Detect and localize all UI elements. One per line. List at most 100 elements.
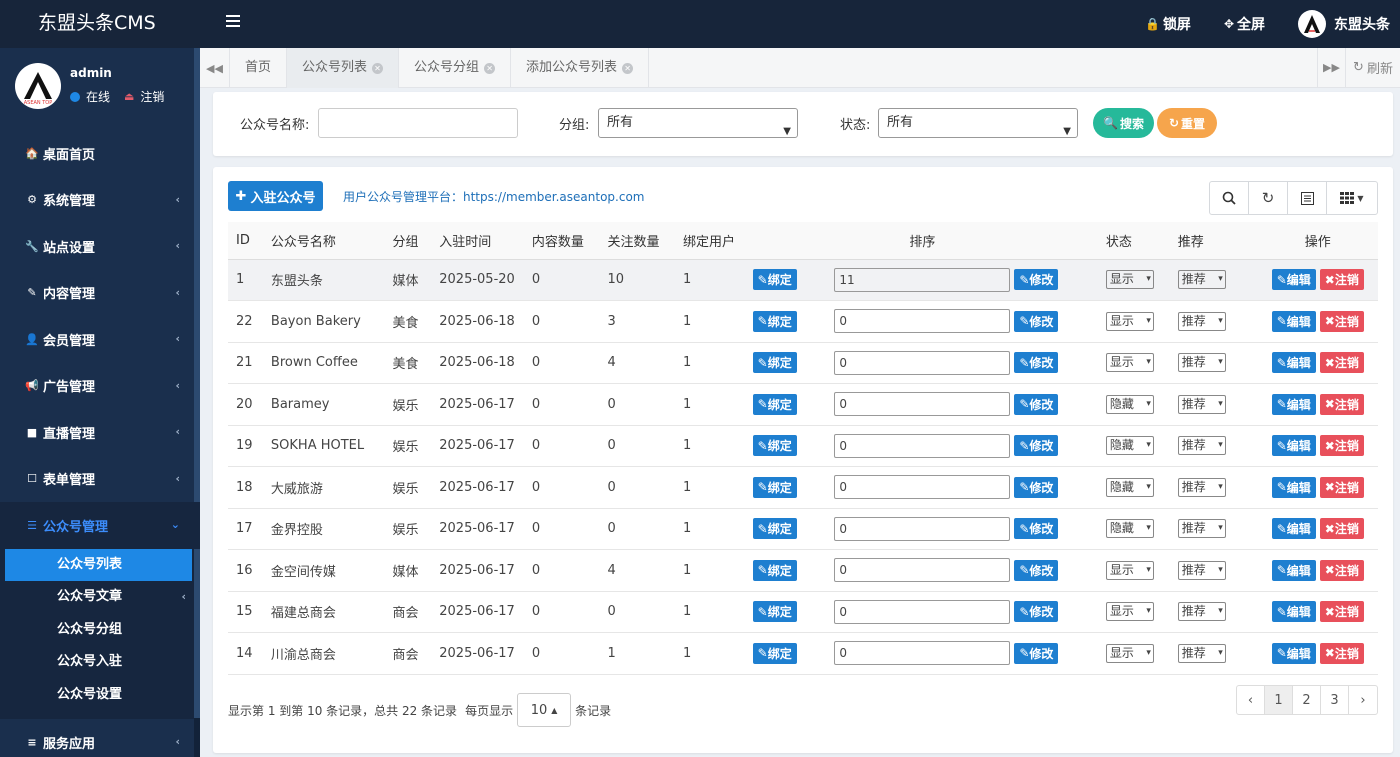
recommend-select[interactable]: 推荐 ▾ xyxy=(1177,353,1226,373)
edit-button[interactable]: ✎ 编辑 xyxy=(1271,269,1316,291)
status-select[interactable]: 显示 ▾ xyxy=(1105,602,1154,622)
status-select[interactable]: 显示 ▾ xyxy=(1105,270,1154,290)
recommend-select[interactable]: 推荐 ▾ xyxy=(1177,311,1226,331)
page-button[interactable]: 2 xyxy=(1293,686,1321,714)
status-select[interactable]: 显示 ▾ xyxy=(1105,643,1154,663)
tab-item[interactable]: 公众号分组 ✕ xyxy=(399,48,512,88)
modify-button[interactable]: ✎ 修改 xyxy=(1014,642,1059,664)
sidebar-subitem[interactable]: 公众号设置 xyxy=(0,679,200,712)
delete-button[interactable]: ✖ 注销 xyxy=(1319,476,1364,498)
close-icon[interactable]: ✕ xyxy=(622,62,634,74)
edit-button[interactable]: ✎ 编辑 xyxy=(1271,352,1316,374)
status-select[interactable]: 隐藏 ▾ xyxy=(1105,519,1154,539)
tab-item[interactable]: 添加公众号列表 ✕ xyxy=(511,48,650,88)
delete-button[interactable]: ✖ 注销 xyxy=(1319,393,1364,415)
modify-button[interactable]: ✎ 修改 xyxy=(1014,518,1059,540)
reset-button[interactable]: ↻ 重置 xyxy=(1157,108,1217,138)
lock-screen-button[interactable]: 🔒 锁屏 xyxy=(1145,14,1191,34)
sidebar-subitem[interactable]: 公众号入驻 xyxy=(0,646,200,679)
delete-button[interactable]: ✖ 注销 xyxy=(1319,269,1364,291)
fullscreen-button[interactable]: ✥ 全屏 xyxy=(1224,14,1265,34)
recommend-select[interactable]: 推荐 ▾ xyxy=(1177,519,1226,539)
modify-button[interactable]: ✎ 修改 xyxy=(1014,393,1059,415)
delete-button[interactable]: ✖ 注销 xyxy=(1319,642,1364,664)
columns-icon[interactable]: ▼ xyxy=(1327,182,1377,214)
page-button[interactable]: 1 xyxy=(1265,686,1293,714)
sidebar-subitem[interactable]: 公众号分组 xyxy=(0,614,200,647)
prev-page-button[interactable]: ‹ xyxy=(1237,686,1265,714)
delete-button[interactable]: ✖ 注销 xyxy=(1319,352,1364,374)
sort-input[interactable]: 0 xyxy=(834,433,1011,458)
sort-input[interactable]: 0 xyxy=(834,475,1011,500)
status-filter-select[interactable]: 所有 ▼ xyxy=(878,108,1078,138)
delete-button[interactable]: ✖ 注销 xyxy=(1319,518,1364,540)
tab-scroll-right-icon[interactable]: ▶▶ xyxy=(1317,48,1345,87)
logout-icon[interactable]: ⏏ xyxy=(124,90,134,103)
add-account-button[interactable]: ✚ 入驻公众号 xyxy=(228,181,323,211)
page-button[interactable]: 3 xyxy=(1321,686,1349,714)
sort-input[interactable]: 0 xyxy=(834,516,1011,541)
platform-link[interactable]: 用户公众号管理平台：https://member.aseantop.com xyxy=(343,188,644,205)
bind-button[interactable]: ✎ 绑定 xyxy=(752,393,797,415)
edit-button[interactable]: ✎ 编辑 xyxy=(1271,393,1316,415)
tab-item[interactable]: 公众号列表 ✕ xyxy=(287,48,400,88)
edit-button[interactable]: ✎ 编辑 xyxy=(1271,518,1316,540)
logout-link[interactable]: 注销 xyxy=(140,88,164,105)
modify-button[interactable]: ✎ 修改 xyxy=(1014,310,1059,332)
edit-button[interactable]: ✎ 编辑 xyxy=(1271,310,1316,332)
sort-input[interactable]: 0 xyxy=(834,392,1011,417)
recommend-select[interactable]: 推荐 ▾ xyxy=(1177,560,1226,580)
sort-input[interactable]: 11 xyxy=(834,267,1011,292)
sidebar-subitem[interactable]: 公众号文章 ‹ xyxy=(0,581,200,614)
sidebar-item-open[interactable]: ☰ 公众号管理 ⌄ xyxy=(0,502,200,549)
sort-input[interactable]: 0 xyxy=(834,350,1011,375)
sidebar-item[interactable]: ✎ 内容管理 ‹ xyxy=(0,270,200,317)
group-filter-select[interactable]: 所有 ▼ xyxy=(598,108,798,138)
sidebar-item[interactable]: 🔧 站点设置 ‹ xyxy=(0,223,200,270)
close-icon[interactable]: ✕ xyxy=(484,62,496,74)
per-page-select[interactable]: 10 ▲ xyxy=(517,693,572,727)
modify-button[interactable]: ✎ 修改 xyxy=(1014,601,1059,623)
sort-input[interactable]: 0 xyxy=(834,599,1011,624)
delete-button[interactable]: ✖ 注销 xyxy=(1319,601,1364,623)
delete-button[interactable]: ✖ 注销 xyxy=(1319,559,1364,581)
sidebar-item[interactable]: 👤 会员管理 ‹ xyxy=(0,316,200,363)
recommend-select[interactable]: 推荐 ▾ xyxy=(1177,602,1226,622)
status-select[interactable]: 隐藏 ▾ xyxy=(1105,436,1154,456)
bind-button[interactable]: ✎ 绑定 xyxy=(752,559,797,581)
refresh-icon[interactable]: ↻ xyxy=(1249,182,1288,214)
modify-button[interactable]: ✎ 修改 xyxy=(1014,559,1059,581)
bind-button[interactable]: ✎ 绑定 xyxy=(752,601,797,623)
sidebar-toggle-icon[interactable] xyxy=(226,15,240,27)
recommend-select[interactable]: 推荐 ▾ xyxy=(1177,436,1226,456)
search-icon[interactable] xyxy=(1210,182,1249,214)
bind-button[interactable]: ✎ 绑定 xyxy=(752,642,797,664)
tab-item[interactable]: 首页 xyxy=(230,48,288,88)
edit-button[interactable]: ✎ 编辑 xyxy=(1271,601,1316,623)
status-select[interactable]: 显示 ▾ xyxy=(1105,353,1154,373)
status-select[interactable]: 隐藏 ▾ xyxy=(1105,394,1154,414)
sidebar-item[interactable]: ⚙ 系统管理 ‹ xyxy=(0,177,200,224)
delete-button[interactable]: ✖ 注销 xyxy=(1319,435,1364,457)
next-page-button[interactable]: › xyxy=(1349,686,1377,714)
user-menu[interactable]: 东盟头条 xyxy=(1298,10,1390,38)
modify-button[interactable]: ✎ 修改 xyxy=(1014,476,1059,498)
modify-button[interactable]: ✎ 修改 xyxy=(1014,269,1059,291)
bind-button[interactable]: ✎ 绑定 xyxy=(752,476,797,498)
bind-button[interactable]: ✎ 绑定 xyxy=(752,269,797,291)
status-select[interactable]: 显示 ▾ xyxy=(1105,560,1154,580)
recommend-select[interactable]: 推荐 ▾ xyxy=(1177,643,1226,663)
name-filter-input[interactable] xyxy=(318,108,518,138)
bind-button[interactable]: ✎ 绑定 xyxy=(752,352,797,374)
edit-button[interactable]: ✎ 编辑 xyxy=(1271,476,1316,498)
bind-button[interactable]: ✎ 绑定 xyxy=(752,518,797,540)
recommend-select[interactable]: 推荐 ▾ xyxy=(1177,394,1226,414)
status-select[interactable]: 隐藏 ▾ xyxy=(1105,477,1154,497)
sidebar-item[interactable]: ≡ 服务应用 ‹ xyxy=(0,719,200,757)
recommend-select[interactable]: 推荐 ▾ xyxy=(1177,270,1226,290)
search-button[interactable]: 🔍 搜索 xyxy=(1093,108,1154,138)
sort-input[interactable]: 0 xyxy=(834,641,1011,666)
edit-button[interactable]: ✎ 编辑 xyxy=(1271,435,1316,457)
sidebar-subitem[interactable]: 公众号列表 xyxy=(5,548,192,581)
sidebar-item[interactable]: ☐ 表单管理 ‹ xyxy=(0,456,200,503)
